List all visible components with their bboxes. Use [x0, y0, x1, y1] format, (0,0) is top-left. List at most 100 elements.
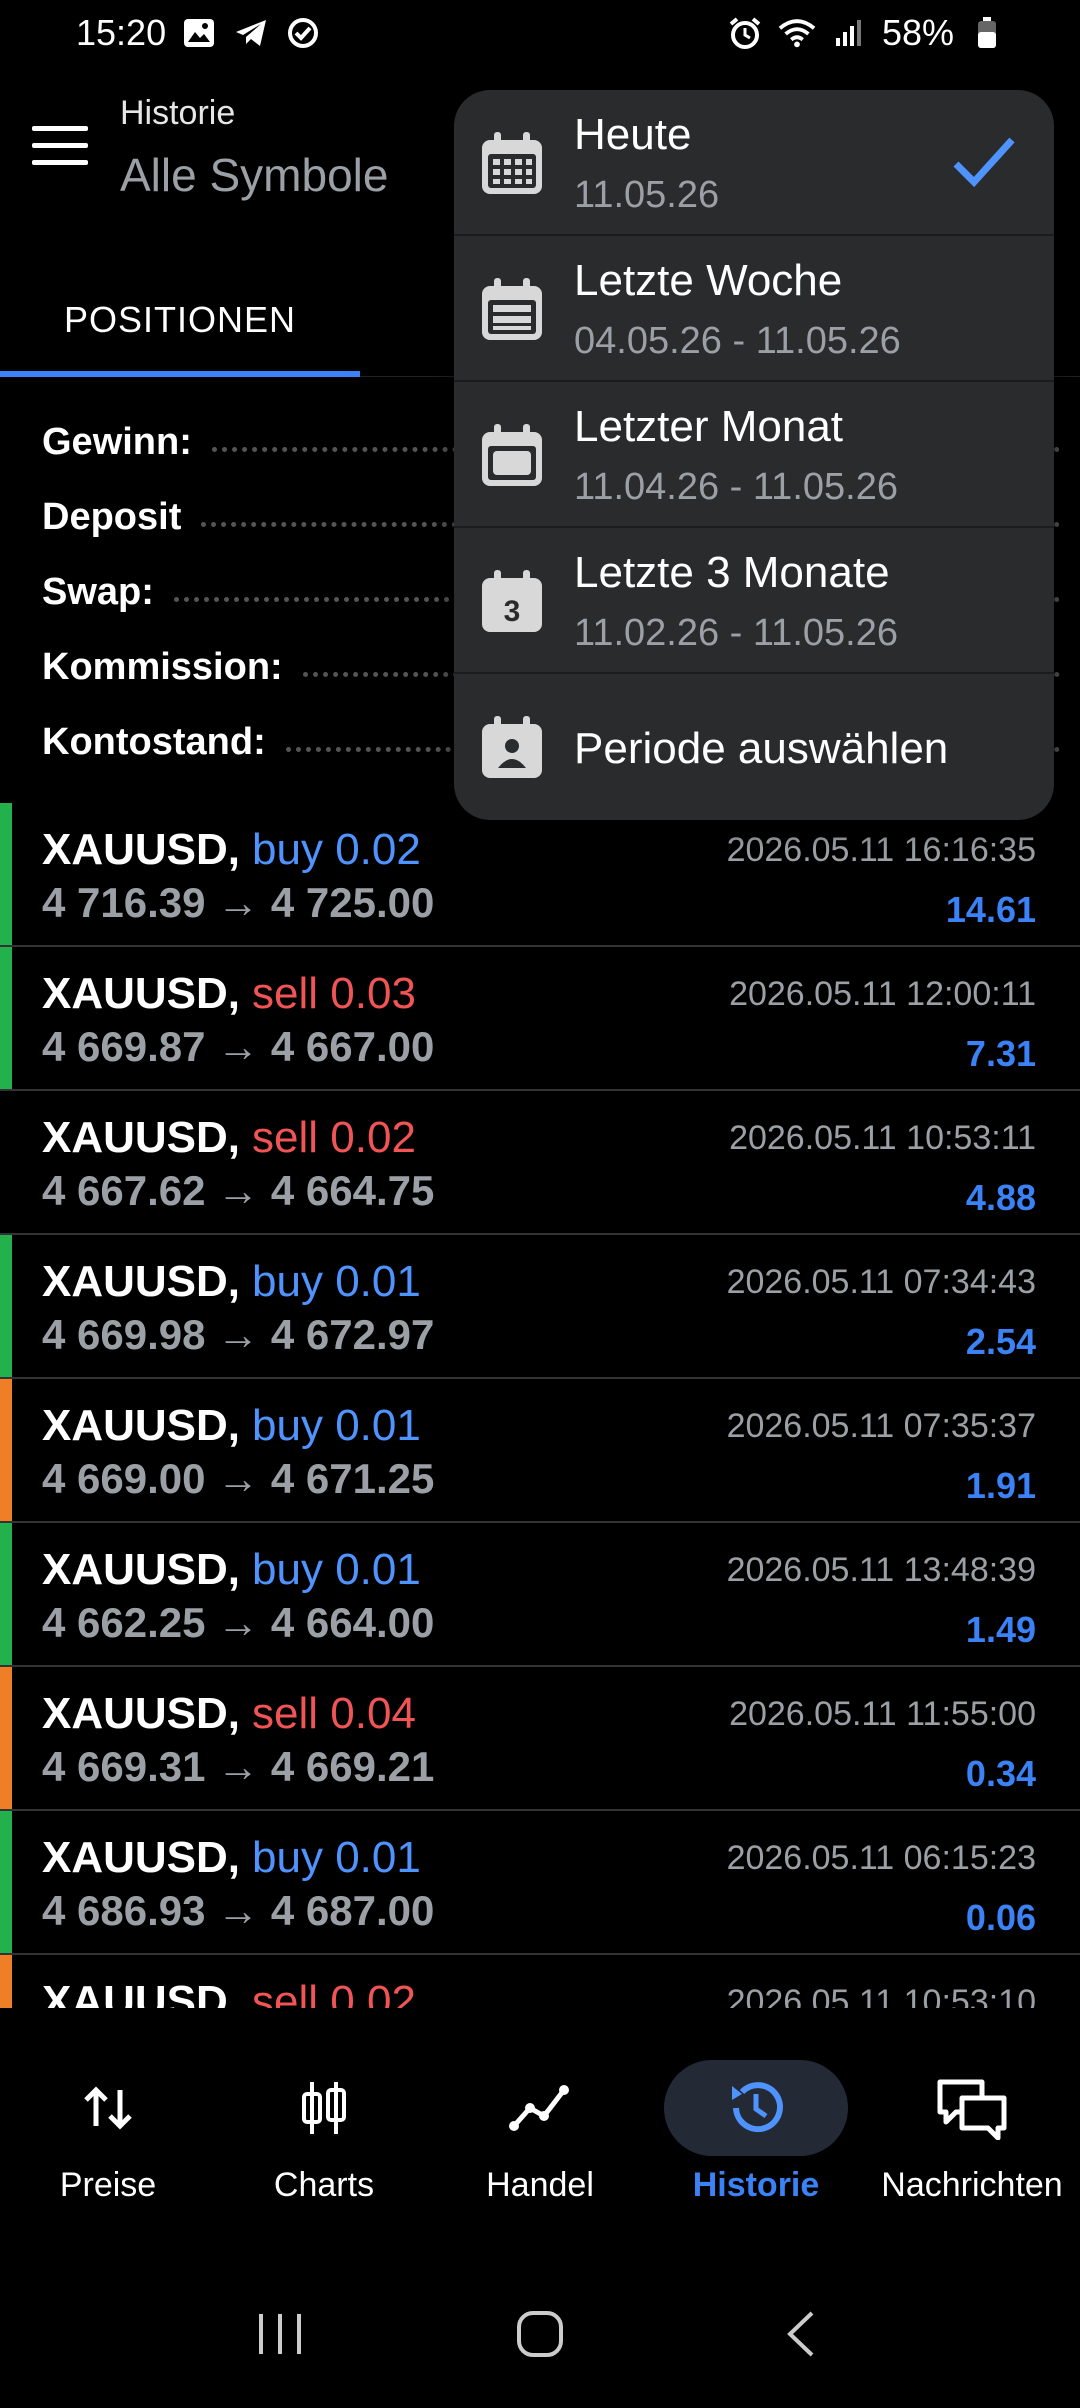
period-option-letzter-monat[interactable]: Letzter Monat 11.04.26 - 11.05.26 — [454, 382, 1054, 528]
deal-time: 2026.05.11 10:53:11 — [729, 1119, 1036, 1157]
deal-profit: 1.49 — [965, 1609, 1036, 1650]
deal-open-price: 4 669.31 — [42, 1743, 206, 1790]
status-bar: 15:20 58% — [0, 0, 1080, 66]
deal-prices: 4 667.62 → 4 664.75 — [42, 1167, 434, 1215]
deal-open-price: 4 669.98 — [42, 1311, 206, 1358]
deal-status-edge — [0, 803, 12, 945]
back-icon[interactable] — [765, 2299, 835, 2369]
deal-close-price: 4 687.00 — [270, 1887, 435, 1934]
period-range: 11.04.26 - 11.05.26 — [574, 466, 898, 508]
deal-symbol: XAUUSD, — [42, 1257, 241, 1306]
deal-side: buy 0.01 — [252, 1257, 421, 1306]
period-label: Letzte 3 Monate — [574, 548, 890, 597]
nav-charts[interactable]: Charts — [216, 2008, 432, 2228]
table-row[interactable]: XAUUSD, buy 0.01 4 662.25 → 4 664.00 2026… — [0, 1523, 1080, 1667]
battery-percent: 58% — [881, 12, 954, 53]
deal-status-edge — [0, 1235, 12, 1377]
period-option-custom[interactable]: Periode auswählen — [454, 674, 1054, 820]
deal-list[interactable]: XAUUSD, buy 0.02 4 716.39 → 4 725.00 2026… — [0, 803, 1080, 2008]
period-option-letzte-woche[interactable]: Letzte Woche 04.05.26 - 11.05.26 — [454, 236, 1054, 382]
checkmark-icon — [952, 132, 1016, 192]
status-time: 15:20 — [76, 12, 167, 53]
period-range: 11.05.26 — [574, 174, 720, 216]
menu-icon[interactable] — [32, 126, 88, 170]
gallery-icon — [180, 14, 218, 52]
table-row[interactable]: XAUUSD, sell 0.02 4 667.62 → 4 664.75 202… — [0, 1091, 1080, 1235]
deal-profit: 14.61 — [945, 889, 1036, 930]
deal-title: XAUUSD, buy 0.01 — [42, 1257, 421, 1307]
telegram-icon — [232, 14, 270, 52]
table-row[interactable]: XAUUSD, buy 0.01 4 669.98 → 4 672.97 2026… — [0, 1235, 1080, 1379]
status-right: 58% — [726, 12, 1006, 54]
nav-label: Nachrichten — [881, 2166, 1063, 2204]
deal-side: sell 0.02 — [252, 1977, 416, 2008]
alarm-icon — [726, 14, 764, 52]
recent-apps-icon[interactable] — [245, 2299, 315, 2369]
deal-time: 2026.05.11 11:55:00 — [729, 1695, 1036, 1733]
symbol-filter[interactable]: Alle Symbole — [120, 148, 388, 202]
nav-label: Preise — [59, 2166, 157, 2204]
status-left: 15:20 — [76, 12, 322, 54]
deal-close-price: 4 667.00 — [270, 1023, 435, 1070]
table-row[interactable]: XAUUSD, sell 0.02 2026.05.11 10:53:10 — [0, 1955, 1080, 2008]
table-row[interactable]: XAUUSD, buy 0.01 4 669.00 → 4 671.25 2026… — [0, 1379, 1080, 1523]
deal-profit: 1.91 — [965, 1465, 1036, 1506]
period-option-heute[interactable]: Heute 11.05.26 — [454, 90, 1054, 236]
home-icon[interactable] — [505, 2299, 575, 2369]
deal-time: 2026.05.11 13:48:39 — [726, 1551, 1036, 1589]
deal-title: XAUUSD, buy 0.01 — [42, 1833, 421, 1883]
deal-title: XAUUSD, sell 0.02 — [42, 1977, 416, 2008]
period-option-letzte-3-monate[interactable]: 3 Letzte 3 Monate 11.02.26 - 11.05.26 — [454, 528, 1054, 674]
deal-prices: 4 716.39 → 4 725.00 — [42, 879, 434, 927]
trend-line-icon — [504, 2072, 576, 2144]
deal-open-price: 4 669.00 — [42, 1455, 206, 1502]
deal-status-edge — [0, 1811, 12, 1953]
deal-close-price: 4 672.97 — [270, 1311, 435, 1358]
tab-label: POSITIONEN — [63, 298, 297, 340]
arrow-icon: → — [217, 1599, 260, 1646]
calendar-custom-icon — [476, 712, 548, 784]
nav-historie[interactable]: Historie — [648, 2008, 864, 2228]
deal-status-edge — [0, 947, 12, 1089]
deal-title: XAUUSD, sell 0.03 — [42, 969, 416, 1019]
deal-symbol: XAUUSD, — [42, 1545, 241, 1594]
table-row[interactable]: XAUUSD, sell 0.04 4 669.31 → 4 669.21 202… — [0, 1667, 1080, 1811]
wifi-icon — [778, 14, 816, 52]
deal-symbol: XAUUSD, — [42, 1977, 241, 2008]
deal-time: 2026.05.11 16:16:35 — [726, 831, 1036, 869]
deal-profit: 7.31 — [965, 1033, 1036, 1074]
deal-status-edge — [0, 1091, 12, 1233]
calendar-3-icon: 3 — [476, 566, 548, 638]
nav-preise[interactable]: Preise — [0, 2008, 216, 2228]
check-circle-icon — [284, 14, 322, 52]
nav-nachrichten[interactable]: Nachrichten — [864, 2008, 1080, 2228]
calendar-icon — [476, 128, 548, 200]
deal-open-price: 4 669.87 — [42, 1023, 206, 1070]
table-row[interactable]: XAUUSD, sell 0.03 4 669.87 → 4 667.00 202… — [0, 947, 1080, 1091]
arrow-icon: → — [217, 1887, 260, 1934]
signal-icon — [830, 14, 868, 52]
arrows-updown-icon — [72, 2072, 144, 2144]
deal-profit: 4.88 — [965, 1177, 1036, 1218]
arrow-icon: → — [217, 1311, 260, 1358]
table-row[interactable]: XAUUSD, buy 0.02 4 716.39 → 4 725.00 2026… — [0, 803, 1080, 947]
period-label: Letzte Woche — [574, 256, 843, 305]
deal-close-price: 4 664.00 — [270, 1599, 435, 1646]
table-row[interactable]: XAUUSD, buy 0.01 4 686.93 → 4 687.00 2026… — [0, 1811, 1080, 1955]
nav-label: Charts — [273, 2166, 375, 2204]
deal-prices: 4 669.31 → 4 669.21 — [42, 1743, 434, 1791]
deal-prices: 4 662.25 → 4 664.00 — [42, 1599, 434, 1647]
header-subtitle: Historie — [120, 94, 236, 132]
chat-icon — [936, 2072, 1008, 2144]
deal-time: 2026.05.11 07:34:43 — [726, 1263, 1036, 1301]
nav-handel[interactable]: Handel — [432, 2008, 648, 2228]
deal-symbol: XAUUSD, — [42, 825, 241, 874]
deal-close-price: 4 664.75 — [270, 1167, 435, 1214]
nav-label: Handel — [486, 2166, 594, 2204]
deal-prices: 4 669.00 → 4 671.25 — [42, 1455, 434, 1503]
summary-label: Swap: — [42, 571, 154, 613]
tab-positionen[interactable]: POSITIONEN — [0, 262, 360, 377]
deal-close-price: 4 725.00 — [270, 879, 435, 926]
period-range: 11.02.26 - 11.05.26 — [574, 612, 898, 654]
tab-indicator — [0, 371, 360, 377]
